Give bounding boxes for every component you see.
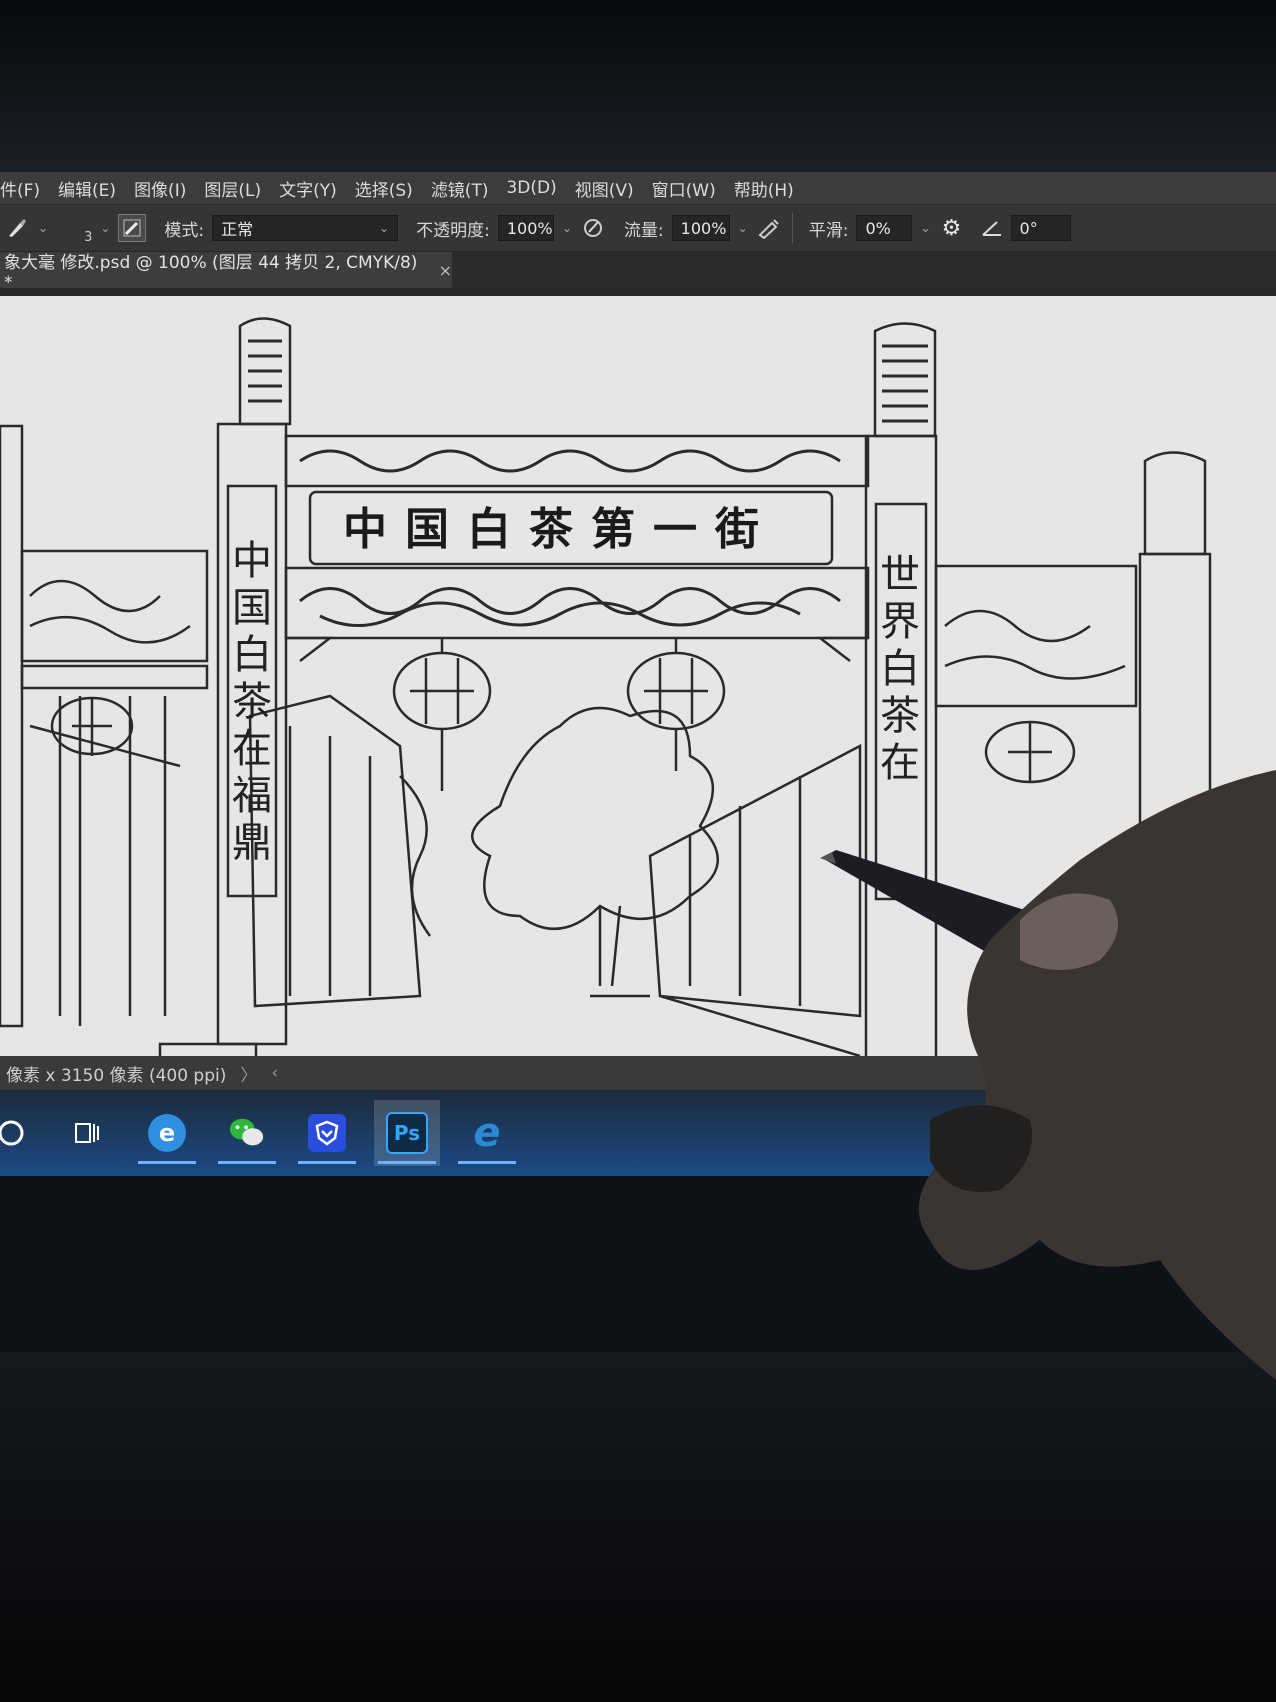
mode-label: 模式:	[164, 220, 205, 241]
mode-select[interactable]: 正常 ⌄	[212, 215, 399, 241]
canvas-gutter	[0, 288, 1276, 296]
brush-preset-chevron-icon[interactable]: ⌄	[38, 221, 48, 235]
opacity-input[interactable]: 100%	[497, 215, 554, 241]
flow-input[interactable]: 100%	[671, 215, 730, 241]
menu-image[interactable]: 图像(I)	[134, 176, 186, 201]
document-tab[interactable]: 象大毫 修改.psd @ 100% (图层 44 拷贝 2, CMYK/8) *…	[0, 252, 452, 293]
smoothing-value: 0%	[865, 218, 891, 238]
street-tree	[471, 706, 720, 931]
document-title: 象大毫 修改.psd @ 100% (图层 44 拷贝 2, CMYK/8) *	[4, 252, 418, 293]
menu-edit[interactable]: 编辑(E)	[58, 176, 116, 201]
options-bar: ⌄ 3 ⌄ 模式: 正常 ⌄ 不透明度: 100% ⌄ 流量: 100% ⌄ 平…	[0, 205, 1276, 252]
far-left-pillar	[0, 424, 24, 1028]
cortana-search-icon[interactable]	[0, 1100, 44, 1166]
document-dimensions: 像素 x 3150 像素 (400 ppi)	[6, 1065, 227, 1086]
pressure-opacity-icon[interactable]	[580, 215, 606, 241]
right-pillar-cap	[873, 322, 937, 438]
flow-chevron-icon[interactable]: ⌄	[738, 221, 748, 235]
left-side-building	[29, 696, 181, 1026]
running-indicator	[378, 1161, 436, 1164]
monitor-bezel-top	[0, 0, 1276, 172]
opacity-chevron-icon[interactable]: ⌄	[562, 221, 572, 235]
menu-layer[interactable]: 图层(L)	[204, 176, 261, 201]
right-street-buildings	[648, 743, 862, 1056]
ie-app[interactable]: e	[454, 1100, 520, 1166]
menu-help[interactable]: 帮助(H)	[734, 176, 794, 201]
angle-icon	[979, 215, 1005, 241]
menu-type[interactable]: 文字(Y)	[279, 176, 337, 201]
left-side-relief	[29, 579, 191, 644]
gear-icon[interactable]: ⚙	[939, 215, 965, 241]
monitor-bezel-bottom	[0, 1352, 1276, 1702]
security-icon	[308, 1114, 346, 1152]
running-indicator	[138, 1161, 196, 1164]
far-right-pillar	[1138, 552, 1212, 1026]
menu-window[interactable]: 窗口(W)	[652, 176, 716, 201]
photoshop-app[interactable]: Ps	[374, 1100, 440, 1166]
left-side-beam	[20, 549, 209, 663]
menu-3d[interactable]: 3D(D)	[506, 178, 556, 198]
wechat-app[interactable]	[214, 1100, 280, 1166]
photoshop-icon: Ps	[386, 1112, 428, 1154]
brush-size-value[interactable]: 3	[84, 230, 92, 245]
menu-select[interactable]: 选择(S)	[355, 176, 413, 201]
close-icon[interactable]: ×	[439, 261, 452, 280]
running-indicator	[218, 1161, 276, 1164]
edge-icon-glyph: e	[158, 1119, 176, 1147]
far-right-pillar-cap	[1143, 451, 1207, 556]
angle-input[interactable]: 0°	[1010, 215, 1071, 241]
wechat-icon	[228, 1114, 266, 1152]
canvas[interactable]: 中国白茶第一街 中国白茶在福鼎 世界白茶在	[0, 296, 1276, 1056]
flow-label: 流量:	[623, 220, 664, 241]
ie-icon: e	[468, 1110, 506, 1156]
brush-size-chevron-icon[interactable]: ⌄	[100, 221, 110, 235]
airbrush-icon[interactable]	[756, 215, 782, 241]
document-tab-bar: 象大毫 修改.psd @ 100% (图层 44 拷贝 2, CMYK/8) *…	[0, 252, 1276, 293]
brush-tool-icon[interactable]	[4, 215, 30, 241]
signboard-text: 中国白茶第一街	[343, 504, 777, 555]
screen: 件(F) 编辑(E) 图像(I) 图层(L) 文字(Y) 选择(S) 滤镜(T)…	[0, 172, 1276, 1352]
options-divider	[791, 213, 793, 243]
left-pillar-base	[158, 1042, 258, 1056]
opacity-value: 100%	[506, 218, 553, 238]
right-side-beam	[934, 564, 1138, 708]
scroll-left-icon[interactable]: ‹	[271, 1063, 278, 1083]
angle-value: 0°	[1019, 218, 1038, 238]
edge-icon: e	[148, 1114, 186, 1152]
mode-select-value: 正常	[221, 220, 254, 239]
smoothing-input[interactable]: 0%	[856, 215, 913, 241]
windows-taskbar: e Ps e	[0, 1090, 1276, 1176]
line-art-drawing	[0, 317, 1212, 1056]
running-indicator	[298, 1161, 356, 1164]
flow-value: 100%	[680, 218, 727, 238]
chevron-down-icon: ⌄	[379, 221, 390, 235]
running-indicator	[458, 1161, 516, 1164]
status-menu-arrow-icon[interactable]: 〉	[240, 1061, 257, 1086]
opacity-label: 不透明度:	[416, 220, 490, 241]
right-pillar-text: 世界白茶在	[880, 552, 920, 786]
smoothing-chevron-icon[interactable]: ⌄	[920, 221, 930, 235]
photoshop-icon-glyph: Ps	[393, 1121, 421, 1145]
menu-filter[interactable]: 滤镜(T)	[431, 176, 489, 201]
edge-app[interactable]: e	[134, 1100, 200, 1166]
security-app[interactable]	[294, 1100, 360, 1166]
task-view-icon[interactable]	[54, 1100, 120, 1166]
smoothing-label: 平滑:	[808, 220, 849, 241]
menu-view[interactable]: 视图(V)	[575, 176, 634, 201]
left-pillar-text: 中国白茶在福鼎	[232, 538, 272, 866]
ie-icon-glyph: e	[473, 1110, 501, 1156]
menu-bar: 件(F) 编辑(E) 图像(I) 图层(L) 文字(Y) 选择(S) 滤镜(T)…	[0, 172, 1276, 205]
middle-beam	[284, 566, 870, 640]
status-bar: 像素 x 3150 像素 (400 ppi) 〉 ‹	[0, 1056, 1276, 1090]
brush-settings-icon[interactable]	[118, 214, 147, 242]
menu-file[interactable]: 件(F)	[0, 176, 40, 201]
